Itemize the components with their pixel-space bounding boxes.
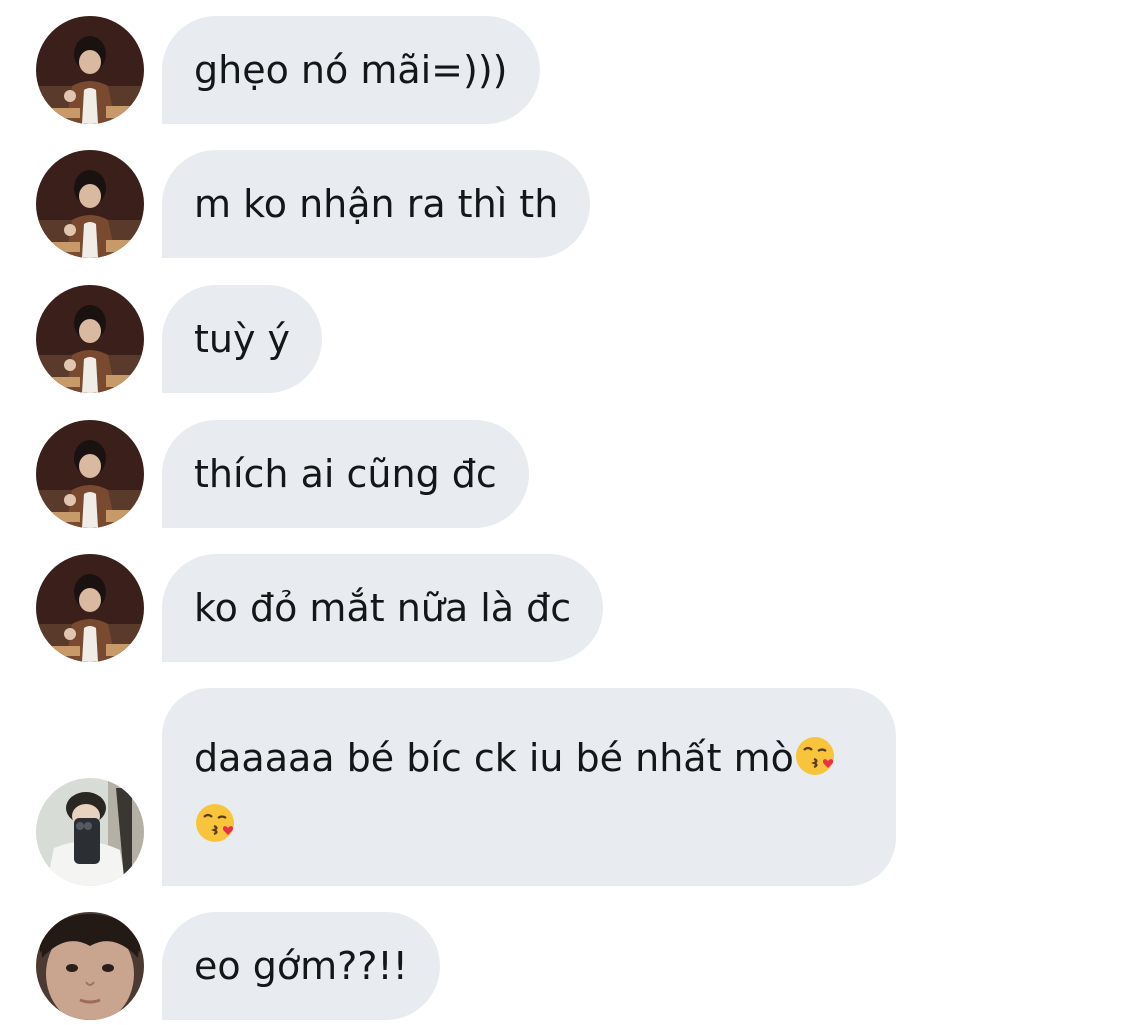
avatar[interactable]: [36, 16, 144, 124]
message-bubble[interactable]: thích ai cũng đc: [162, 420, 529, 528]
avatar[interactable]: [36, 912, 144, 1020]
profile-photo-mirror-selfie-icon: [36, 778, 144, 886]
message-row: daaaaa bé bíc ck iu bé nhất mò: [0, 688, 1125, 886]
kiss-face-emoji-icon: [194, 802, 236, 844]
avatar[interactable]: [36, 150, 144, 258]
profile-photo-icon: [36, 420, 144, 528]
message-bubble[interactable]: ko đỏ mắt nữa là đc: [162, 554, 604, 662]
avatar[interactable]: [36, 285, 144, 393]
message-row: thích ai cũng đc: [0, 420, 1125, 528]
message-bubble[interactable]: daaaaa bé bíc ck iu bé nhất mò: [162, 688, 896, 886]
message-bubble[interactable]: eo gớm??!!: [162, 912, 440, 1020]
profile-photo-closeup-icon: [36, 912, 144, 1020]
message-row: ko đỏ mắt nữa là đc: [0, 554, 1125, 662]
message-bubble[interactable]: m ko nhận ra thì th: [162, 150, 591, 258]
message-row: m ko nhận ra thì th: [0, 150, 1125, 258]
profile-photo-icon: [36, 554, 144, 662]
profile-photo-icon: [36, 150, 144, 258]
message-row: eo gớm??!!: [0, 912, 1125, 1020]
avatar[interactable]: [36, 420, 144, 528]
profile-photo-icon: [36, 285, 144, 393]
message-row: ghẹo nó mãi=))): [0, 16, 1125, 124]
message-text: daaaaa bé bíc ck iu bé nhất mò: [194, 736, 794, 780]
avatar[interactable]: [36, 778, 144, 886]
avatar[interactable]: [36, 554, 144, 662]
message-bubble[interactable]: tuỳ ý: [162, 285, 323, 393]
message-row: tuỳ ý: [0, 285, 1125, 393]
kiss-face-emoji-icon: [794, 735, 836, 777]
profile-photo-icon: [36, 16, 144, 124]
message-bubble[interactable]: ghẹo nó mãi=))): [162, 16, 540, 124]
